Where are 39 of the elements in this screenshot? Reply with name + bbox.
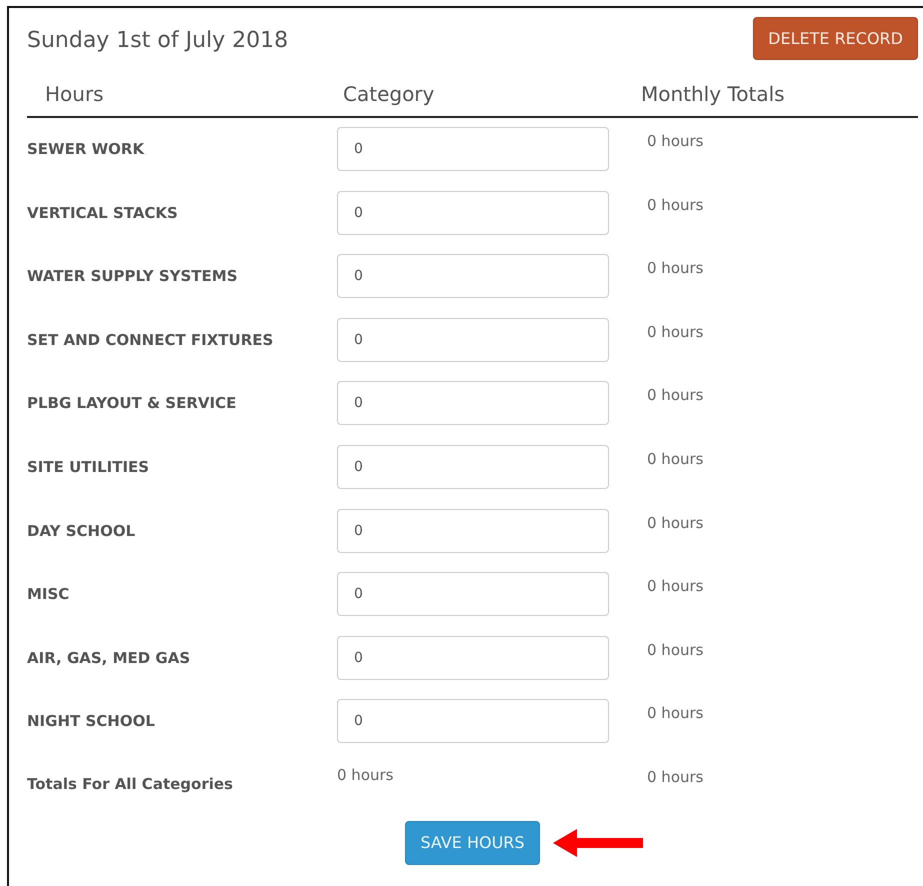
monthly-total: 0 hours xyxy=(647,386,704,404)
column-header: Category xyxy=(343,82,436,106)
category-label: DAY SCHOOL xyxy=(27,522,136,540)
hours-input[interactable]: 0 xyxy=(337,318,609,362)
monthly-total: 0 hours xyxy=(647,640,704,659)
monthly-total: 0 hours xyxy=(647,132,704,150)
category-label: VERTICAL STACKS xyxy=(27,204,179,222)
hours-input[interactable]: 0 xyxy=(337,254,609,298)
category-label: AIR, GAS, MED GAS xyxy=(27,648,192,667)
delete-record-button[interactable]: DELETE RECORD xyxy=(753,17,918,60)
monthly-total: 0 hours xyxy=(647,196,704,214)
hours-input[interactable]: 0 xyxy=(337,636,609,680)
column-header: Monthly Totals xyxy=(641,82,786,106)
totals-label: Totals For All Categories xyxy=(27,774,234,793)
category-label: SEWER WORK xyxy=(27,140,146,158)
hours-input[interactable]: 0 xyxy=(337,508,609,553)
category-label: WATER SUPPLY SYSTEMS xyxy=(27,267,239,286)
category-label: NIGHT SCHOOL xyxy=(27,712,156,730)
monthly-total: 0 hours xyxy=(647,450,704,468)
hours-input[interactable]: 0 xyxy=(337,699,609,744)
monthly-total: 0 hours xyxy=(647,704,704,722)
monthly-total: 0 hours xyxy=(647,259,704,278)
monthly-total: 0 hours xyxy=(647,322,704,341)
hours-input[interactable]: 0 xyxy=(337,444,609,489)
category-label: SET AND CONNECT FIXTURES xyxy=(27,330,274,349)
hours-input[interactable]: 0 xyxy=(337,190,609,235)
hours-input[interactable]: 0 xyxy=(337,381,609,426)
category-label: SITE UTILITIES xyxy=(27,458,150,476)
hours-input[interactable]: 0 xyxy=(337,572,609,616)
daily-total: 0 hours xyxy=(337,766,394,784)
hours-input[interactable]: 0 xyxy=(337,127,609,171)
monthly-total: 0 hours xyxy=(647,577,704,596)
arrow-icon xyxy=(553,828,644,857)
column-header: Hours xyxy=(45,82,105,106)
monthly-total: 0 hours xyxy=(647,514,704,532)
category-label: PLBG LAYOUT & SERVICE xyxy=(27,394,238,412)
page-title: Sunday 1st of July 2018 xyxy=(27,28,288,53)
category-label: MISC xyxy=(27,585,70,604)
monthly-total: 0 hours xyxy=(647,768,704,786)
